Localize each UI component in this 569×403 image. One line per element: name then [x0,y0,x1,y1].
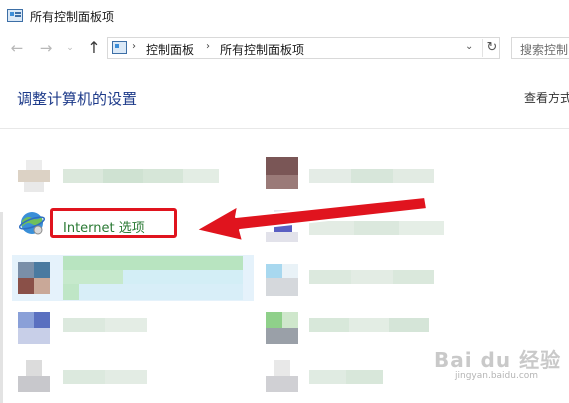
watermark-url: jingyan.baidu.com [455,371,539,381]
blurred-item-icon[interactable] [266,312,298,344]
blurred-item-label[interactable] [63,370,147,384]
blurred-item-label[interactable] [63,169,219,183]
control-panel-icon [112,41,127,54]
window-edge [0,212,3,403]
breadcrumb-control-panel[interactable]: 控制面板 [146,41,194,58]
refresh-icon[interactable]: ↻ [482,39,501,57]
blurred-item-icon[interactable] [266,360,298,392]
page-title: 调整计算机的设置 [17,90,138,108]
breadcrumb-separator-icon: › [132,41,136,52]
forward-arrow-icon[interactable]: → [37,38,55,58]
address-dropdown-icon[interactable]: ⌄ [465,41,473,52]
blurred-item-icon[interactable] [266,264,298,296]
blurred-item-icon[interactable] [266,210,298,242]
up-arrow-icon[interactable]: ↑ [85,38,103,58]
blurred-item-label[interactable] [309,370,383,384]
blurred-item-label[interactable] [63,256,243,300]
navigation-bar: ← → ⌄ ↑ › 控制面板 › 所有控制面板项 ⌄ ↻ 搜索控制 [0,33,569,63]
blurred-item-icon[interactable] [18,360,50,392]
header-divider [0,128,569,129]
address-bar[interactable]: › 控制面板 › 所有控制面板项 ⌄ ↻ [107,37,500,59]
blurred-item-label[interactable] [309,270,434,284]
title-bar: 所有控制面板项 [0,0,569,33]
search-input[interactable]: 搜索控制 [511,37,569,59]
internet-options-globe-icon[interactable] [18,209,46,237]
back-arrow-icon[interactable]: ← [8,38,26,58]
blurred-item-icon[interactable] [266,157,298,189]
blurred-item-label[interactable] [309,318,429,332]
blurred-item-label[interactable] [309,221,444,235]
internet-options-link[interactable]: Internet 选项 [63,217,145,236]
view-by-label[interactable]: 查看方式 [524,89,569,106]
search-placeholder: 搜索控制 [520,43,569,57]
window-title: 所有控制面板项 [30,10,115,24]
blurred-item-label[interactable] [63,318,147,332]
blurred-item-icon[interactable] [18,312,50,344]
watermark-logo: Bai du 经验 [434,348,562,372]
blurred-item-label[interactable] [309,169,434,183]
blurred-item-icon[interactable] [18,160,50,192]
blurred-item-icon[interactable] [18,262,50,294]
control-panel-icon [7,9,23,22]
breadcrumb-all-items[interactable]: 所有控制面板项 [220,41,304,58]
recent-locations-chevron-icon[interactable]: ⌄ [64,38,76,58]
breadcrumb-separator-icon: › [206,41,210,52]
